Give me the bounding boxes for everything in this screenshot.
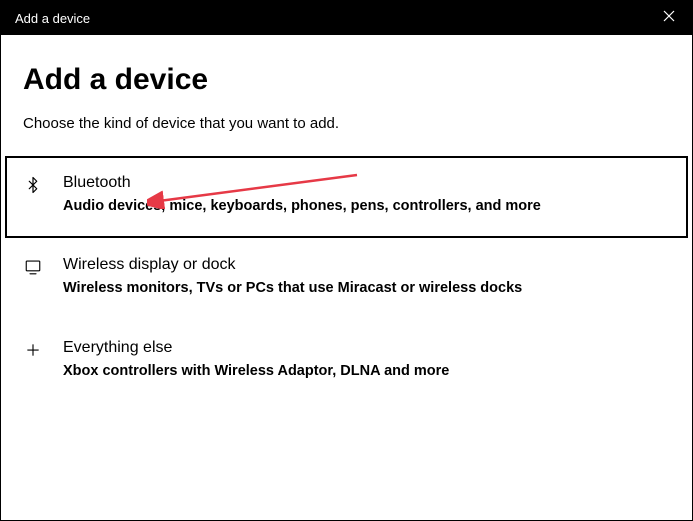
option-wireless-display-title: Wireless display or dock — [63, 256, 670, 274]
bluetooth-icon — [23, 176, 43, 194]
option-everything-else-desc: Xbox controllers with Wireless Adaptor, … — [63, 361, 670, 381]
option-bluetooth-text: Bluetooth Audio devices, mice, keyboards… — [63, 174, 668, 216]
option-wireless-display-desc: Wireless monitors, TVs or PCs that use M… — [63, 278, 670, 298]
option-everything-else-text: Everything else Xbox controllers with Wi… — [63, 339, 670, 381]
option-wireless-display[interactable]: Wireless display or dock Wireless monito… — [1, 238, 692, 320]
option-bluetooth-title: Bluetooth — [63, 174, 668, 192]
titlebar-text: Add a device — [15, 11, 90, 26]
page-heading: Add a device — [1, 63, 692, 97]
option-everything-else[interactable]: Everything else Xbox controllers with Wi… — [1, 321, 692, 403]
option-wireless-display-text: Wireless display or dock Wireless monito… — [63, 256, 670, 298]
content-area: Add a device Choose the kind of device t… — [1, 35, 692, 403]
page-subheading: Choose the kind of device that you want … — [1, 115, 692, 132]
plus-icon — [23, 341, 43, 359]
option-bluetooth[interactable]: Bluetooth Audio devices, mice, keyboards… — [5, 156, 688, 238]
close-icon — [663, 9, 675, 27]
close-button[interactable] — [660, 9, 678, 27]
display-icon — [23, 258, 43, 276]
option-bluetooth-desc: Audio devices, mice, keyboards, phones, … — [63, 196, 668, 216]
option-everything-else-title: Everything else — [63, 339, 670, 357]
titlebar: Add a device — [1, 1, 692, 35]
